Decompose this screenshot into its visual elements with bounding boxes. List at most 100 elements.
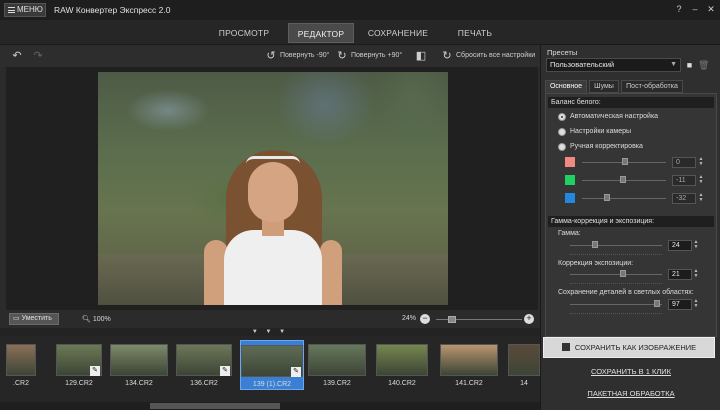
channel-slider-track[interactable] (582, 198, 666, 199)
edited-pen-icon: ✎ (291, 367, 301, 377)
channel-value[interactable]: 0 (672, 157, 696, 168)
thumb-image (110, 344, 168, 376)
highlights-spin[interactable]: ▲ ▼ (693, 299, 699, 310)
filmstrip-thumb[interactable]: ✎ 139 (1).CR2 (240, 340, 304, 390)
title-bar: МЕНЮ RAW Конвертер Экспресс 2.0 ? – ✕ (0, 0, 720, 20)
help-button[interactable]: ? (672, 3, 686, 15)
chevron-down-icon: ▼ (670, 61, 677, 68)
menu-label: МЕНЮ (17, 5, 43, 14)
zoom-in-button[interactable]: + (524, 314, 534, 324)
channel-spin[interactable]: ▲ ▼ (698, 157, 704, 168)
highlights-value[interactable]: 97 (668, 299, 692, 310)
channel-slider-thumb[interactable] (620, 176, 626, 183)
preset-select[interactable]: Пользовательский ▼ (546, 58, 681, 72)
radio-auto[interactable] (558, 113, 566, 121)
save-one-click-link[interactable]: СОХРАНИТЬ В 1 КЛИК (541, 367, 720, 376)
thumb-caption: 141.CR2 (455, 380, 483, 387)
channel-slider-thumb[interactable] (622, 158, 628, 165)
save-as-image-label: СОХРАНИТЬ КАК ИЗОБРАЖЕНИЕ (574, 343, 697, 352)
highlights-slider-thumb[interactable] (654, 300, 660, 307)
tab-editor[interactable]: РЕДАКТОР (288, 23, 354, 43)
thumb-caption: .CR2 (13, 380, 29, 387)
tab-save[interactable]: СОХРАНЕНИЕ (360, 23, 436, 43)
redo-icon[interactable]: ↷ (31, 49, 45, 63)
thumb-image (6, 344, 36, 376)
reset-icon[interactable]: ↻ (440, 49, 454, 63)
rotate-right-button[interactable]: Повернуть +90° (351, 52, 402, 59)
thumb-caption: 140.CR2 (388, 380, 416, 387)
exposure-spin[interactable]: ▲ ▼ (693, 269, 699, 280)
hamburger-icon (8, 7, 15, 13)
delete-preset-icon[interactable]: 🗑︎ (698, 59, 709, 71)
thumb-caption: 136.CR2 (190, 380, 218, 387)
filmstrip-thumb[interactable]: ✎ 129.CR2 (56, 340, 102, 390)
fit-button[interactable]: ▭ Уместить (9, 313, 59, 325)
filmstrip-thumb[interactable]: .CR2 (6, 340, 36, 390)
save-preset-icon[interactable]: ■ (684, 59, 695, 71)
fit-label: Уместить (21, 315, 52, 322)
gamma-header: Гамма-коррекция и экспозиция: (548, 216, 714, 227)
exposure-slider-thumb[interactable] (620, 270, 626, 277)
highlights-slider-track[interactable] (570, 304, 662, 305)
settings-panel: Пресеты Пользовательский ▼ ■ 🗑︎ Основное … (540, 45, 720, 410)
basic-settings: Баланс белого: Автоматическая настройка … (545, 93, 717, 337)
channel-value[interactable]: -32 (672, 193, 696, 204)
filmstrip-scrollbar[interactable] (0, 402, 540, 410)
filmstrip-toggle[interactable]: ▼ ▼ ▼ (0, 328, 540, 336)
filmstrip-thumb[interactable]: 140.CR2 (376, 340, 428, 390)
zoom-out-button[interactable]: − (420, 314, 430, 324)
radio-camera-label: Настройки камеры (570, 128, 632, 135)
exposure-slider-track[interactable] (570, 274, 662, 275)
filmstrip-scroll-thumb[interactable] (150, 403, 280, 409)
channel-swatch (565, 193, 575, 203)
gamma-label: Гамма: (558, 230, 581, 237)
thumb-caption: 134.CR2 (125, 380, 153, 387)
tab-view[interactable]: ПРОСМОТР (212, 23, 276, 43)
thumb-caption: 129.CR2 (65, 380, 93, 387)
highlights-label: Сохранение деталей в светлых областях: (558, 289, 694, 296)
rotate-left-button[interactable]: Повернуть -90° (280, 52, 329, 59)
gamma-spin[interactable]: ▲ ▼ (693, 240, 699, 251)
channel-spin[interactable]: ▲ ▼ (698, 193, 704, 204)
tab-print[interactable]: ПЕЧАТЬ (446, 23, 504, 43)
zoom-slider-thumb[interactable] (448, 316, 456, 323)
filmstrip-thumb[interactable]: ✎ 136.CR2 (176, 340, 232, 390)
thumb-image (376, 344, 428, 376)
zoom-bar: ▭ Уместить 🔍︎ 100% 24% − + (0, 310, 540, 328)
zoom-100-button[interactable]: 🔍︎ 100% (82, 315, 111, 323)
filmstrip-thumb[interactable]: 141.CR2 (440, 340, 498, 390)
app-title: RAW Конвертер Экспресс 2.0 (54, 5, 171, 15)
channel-slider-thumb[interactable] (604, 194, 610, 201)
channel-swatch (565, 175, 575, 185)
thumb-caption: 139 (1).CR2 (252, 381, 292, 388)
close-button[interactable]: ✕ (704, 3, 718, 15)
compare-icon[interactable]: ◧ (414, 49, 428, 63)
channel-value[interactable]: -11 (672, 175, 696, 186)
subtab-basic[interactable]: Основное (545, 80, 587, 93)
gamma-slider-track[interactable] (570, 245, 662, 246)
subtab-post[interactable]: Пост-обработка (621, 80, 683, 93)
radio-manual[interactable] (558, 143, 566, 151)
radio-manual-label: Ручная корректировка (570, 143, 643, 150)
channel-swatch (565, 157, 575, 167)
disk-icon (561, 343, 570, 351)
filmstrip-thumb[interactable]: 134.CR2 (110, 340, 168, 390)
filmstrip-thumb[interactable]: 139.CR2 (308, 340, 366, 390)
reset-all-button[interactable]: Сбросить все настройки (456, 52, 535, 59)
rotate-left-icon[interactable]: ↺ (264, 49, 278, 63)
undo-icon[interactable]: ↶ (10, 49, 24, 63)
exposure-label: Коррекция экспозиции: (558, 260, 634, 267)
minimize-button[interactable]: – (688, 3, 702, 15)
radio-camera[interactable] (558, 128, 566, 136)
gamma-value[interactable]: 24 (668, 240, 692, 251)
subtab-noise[interactable]: Шумы (589, 80, 619, 93)
preview-photo[interactable] (98, 72, 448, 305)
save-as-image-button[interactable]: СОХРАНИТЬ КАК ИЗОБРАЖЕНИЕ (543, 337, 715, 358)
gamma-slider-thumb[interactable] (592, 241, 598, 248)
exposure-value[interactable]: 21 (668, 269, 692, 280)
menu-button[interactable]: МЕНЮ (4, 3, 46, 17)
filmstrip-thumb[interactable]: 14 (508, 340, 540, 390)
batch-processing-link[interactable]: ПАКЕТНАЯ ОБРАБОТКА (541, 389, 720, 398)
channel-spin[interactable]: ▲ ▼ (698, 175, 704, 186)
rotate-right-icon[interactable]: ↻ (335, 49, 349, 63)
